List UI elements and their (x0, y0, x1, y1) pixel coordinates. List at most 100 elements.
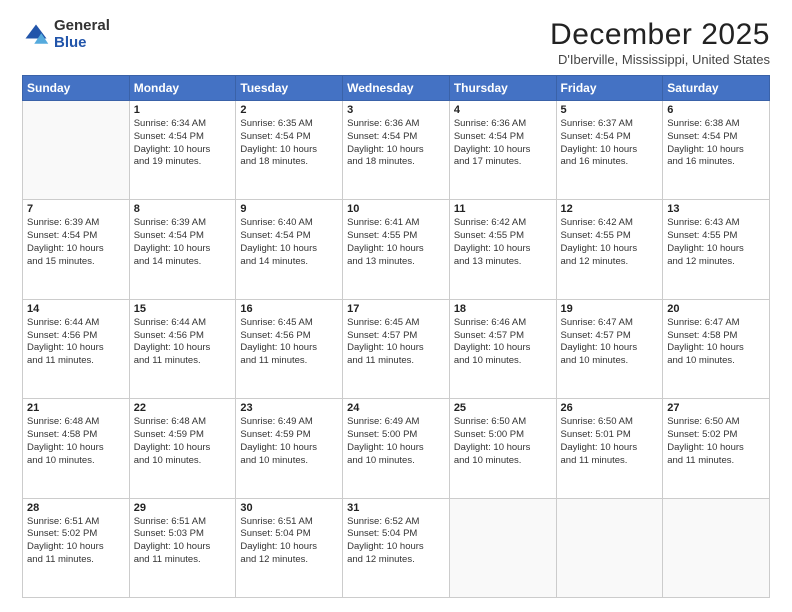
calendar-cell (663, 498, 770, 597)
day-info: Sunrise: 6:36 AM Sunset: 4:54 PM Dayligh… (347, 118, 445, 169)
day-info: Sunrise: 6:47 AM Sunset: 4:58 PM Dayligh… (667, 317, 765, 368)
calendar-week-row: 21 Sunrise: 6:48 AM Sunset: 4:58 PM Dayli… (23, 399, 770, 498)
calendar-table: SundayMondayTuesdayWednesdayThursdayFrid… (22, 75, 770, 598)
day-number: 12 (561, 203, 659, 215)
day-header-friday: Friday (556, 76, 663, 101)
header: General Blue December 2025 D'Iberville, … (22, 18, 770, 67)
day-header-wednesday: Wednesday (343, 76, 450, 101)
calendar-cell: 25 Sunrise: 6:50 AM Sunset: 5:00 PM Dayli… (449, 399, 556, 498)
calendar-cell: 21 Sunrise: 6:48 AM Sunset: 4:58 PM Dayli… (23, 399, 130, 498)
day-number: 25 (454, 402, 552, 414)
day-info: Sunrise: 6:50 AM Sunset: 5:01 PM Dayligh… (561, 416, 659, 467)
calendar-cell: 20 Sunrise: 6:47 AM Sunset: 4:58 PM Dayli… (663, 299, 770, 398)
day-info: Sunrise: 6:42 AM Sunset: 4:55 PM Dayligh… (454, 217, 552, 268)
day-number: 30 (240, 502, 338, 514)
day-info: Sunrise: 6:49 AM Sunset: 5:00 PM Dayligh… (347, 416, 445, 467)
day-info: Sunrise: 6:50 AM Sunset: 5:02 PM Dayligh… (667, 416, 765, 467)
day-number: 16 (240, 303, 338, 315)
day-number: 15 (134, 303, 232, 315)
calendar-cell: 11 Sunrise: 6:42 AM Sunset: 4:55 PM Dayli… (449, 200, 556, 299)
calendar-cell: 15 Sunrise: 6:44 AM Sunset: 4:56 PM Dayli… (129, 299, 236, 398)
day-info: Sunrise: 6:39 AM Sunset: 4:54 PM Dayligh… (134, 217, 232, 268)
calendar-cell: 4 Sunrise: 6:36 AM Sunset: 4:54 PM Daylig… (449, 101, 556, 200)
day-info: Sunrise: 6:47 AM Sunset: 4:57 PM Dayligh… (561, 317, 659, 368)
calendar-cell: 2 Sunrise: 6:35 AM Sunset: 4:54 PM Daylig… (236, 101, 343, 200)
calendar-cell: 27 Sunrise: 6:50 AM Sunset: 5:02 PM Dayli… (663, 399, 770, 498)
day-number: 11 (454, 203, 552, 215)
day-number: 7 (27, 203, 125, 215)
day-info: Sunrise: 6:45 AM Sunset: 4:57 PM Dayligh… (347, 317, 445, 368)
page: General Blue December 2025 D'Iberville, … (0, 0, 792, 612)
day-info: Sunrise: 6:52 AM Sunset: 5:04 PM Dayligh… (347, 516, 445, 567)
day-number: 22 (134, 402, 232, 414)
day-info: Sunrise: 6:35 AM Sunset: 4:54 PM Dayligh… (240, 118, 338, 169)
calendar-cell: 13 Sunrise: 6:43 AM Sunset: 4:55 PM Dayli… (663, 200, 770, 299)
day-header-saturday: Saturday (663, 76, 770, 101)
calendar-cell: 28Sunrise: 6:51 AM Sunset: 5:02 PM Dayli… (23, 498, 130, 597)
calendar-cell: 22Sunrise: 6:48 AM Sunset: 4:59 PM Dayli… (129, 399, 236, 498)
day-info: Sunrise: 6:44 AM Sunset: 4:56 PM Dayligh… (134, 317, 232, 368)
calendar-cell: 29Sunrise: 6:51 AM Sunset: 5:03 PM Dayli… (129, 498, 236, 597)
calendar-cell (556, 498, 663, 597)
day-number: 8 (134, 203, 232, 215)
day-number: 17 (347, 303, 445, 315)
day-info: Sunrise: 6:46 AM Sunset: 4:57 PM Dayligh… (454, 317, 552, 368)
calendar-cell: 23 Sunrise: 6:49 AM Sunset: 4:59 PM Dayli… (236, 399, 343, 498)
day-info: Sunrise: 6:36 AM Sunset: 4:54 PM Dayligh… (454, 118, 552, 169)
day-number: 20 (667, 303, 765, 315)
day-info: Sunrise: 6:34 AM Sunset: 4:54 PM Dayligh… (134, 118, 232, 169)
calendar-week-row: 28Sunrise: 6:51 AM Sunset: 5:02 PM Dayli… (23, 498, 770, 597)
day-info: Sunrise: 6:45 AM Sunset: 4:56 PM Dayligh… (240, 317, 338, 368)
day-info: Sunrise: 6:51 AM Sunset: 5:02 PM Dayligh… (27, 516, 125, 567)
day-number: 26 (561, 402, 659, 414)
day-info: Sunrise: 6:48 AM Sunset: 4:58 PM Dayligh… (27, 416, 125, 467)
calendar-cell: 3 Sunrise: 6:36 AM Sunset: 4:54 PM Daylig… (343, 101, 450, 200)
calendar-cell: 26 Sunrise: 6:50 AM Sunset: 5:01 PM Dayli… (556, 399, 663, 498)
calendar-cell: 18 Sunrise: 6:46 AM Sunset: 4:57 PM Dayli… (449, 299, 556, 398)
day-info: Sunrise: 6:37 AM Sunset: 4:54 PM Dayligh… (561, 118, 659, 169)
day-number: 4 (454, 104, 552, 116)
day-header-sunday: Sunday (23, 76, 130, 101)
calendar-cell: 30Sunrise: 6:51 AM Sunset: 5:04 PM Dayli… (236, 498, 343, 597)
day-number: 10 (347, 203, 445, 215)
day-info: Sunrise: 6:50 AM Sunset: 5:00 PM Dayligh… (454, 416, 552, 467)
calendar-cell: 5 Sunrise: 6:37 AM Sunset: 4:54 PM Daylig… (556, 101, 663, 200)
day-number: 1 (134, 104, 232, 116)
day-header-thursday: Thursday (449, 76, 556, 101)
day-number: 13 (667, 203, 765, 215)
calendar-cell: 7 Sunrise: 6:39 AM Sunset: 4:54 PM Daylig… (23, 200, 130, 299)
calendar-header-row: SundayMondayTuesdayWednesdayThursdayFrid… (23, 76, 770, 101)
day-number: 9 (240, 203, 338, 215)
day-number: 27 (667, 402, 765, 414)
calendar-cell: 14 Sunrise: 6:44 AM Sunset: 4:56 PM Dayli… (23, 299, 130, 398)
calendar-cell: 24Sunrise: 6:49 AM Sunset: 5:00 PM Dayli… (343, 399, 450, 498)
day-info: Sunrise: 6:49 AM Sunset: 4:59 PM Dayligh… (240, 416, 338, 467)
calendar-week-row: 14 Sunrise: 6:44 AM Sunset: 4:56 PM Dayli… (23, 299, 770, 398)
calendar-cell: 12 Sunrise: 6:42 AM Sunset: 4:55 PM Dayli… (556, 200, 663, 299)
day-info: Sunrise: 6:41 AM Sunset: 4:55 PM Dayligh… (347, 217, 445, 268)
calendar-cell: 31Sunrise: 6:52 AM Sunset: 5:04 PM Dayli… (343, 498, 450, 597)
calendar-cell: 19 Sunrise: 6:47 AM Sunset: 4:57 PM Dayli… (556, 299, 663, 398)
day-info: Sunrise: 6:44 AM Sunset: 4:56 PM Dayligh… (27, 317, 125, 368)
day-info: Sunrise: 6:43 AM Sunset: 4:55 PM Dayligh… (667, 217, 765, 268)
day-number: 5 (561, 104, 659, 116)
day-number: 18 (454, 303, 552, 315)
day-number: 23 (240, 402, 338, 414)
day-info: Sunrise: 6:39 AM Sunset: 4:54 PM Dayligh… (27, 217, 125, 268)
main-title: December 2025 (550, 18, 770, 52)
day-number: 6 (667, 104, 765, 116)
calendar-cell: 6Sunrise: 6:38 AM Sunset: 4:54 PM Daylig… (663, 101, 770, 200)
calendar-cell: 10 Sunrise: 6:41 AM Sunset: 4:55 PM Dayli… (343, 200, 450, 299)
calendar-week-row: 7 Sunrise: 6:39 AM Sunset: 4:54 PM Daylig… (23, 200, 770, 299)
calendar-cell: 17 Sunrise: 6:45 AM Sunset: 4:57 PM Dayli… (343, 299, 450, 398)
logo-blue: Blue (54, 35, 110, 52)
day-number: 3 (347, 104, 445, 116)
day-number: 14 (27, 303, 125, 315)
day-header-tuesday: Tuesday (236, 76, 343, 101)
calendar-week-row: 1 Sunrise: 6:34 AM Sunset: 4:54 PM Daylig… (23, 101, 770, 200)
day-number: 21 (27, 402, 125, 414)
day-number: 2 (240, 104, 338, 116)
day-header-monday: Monday (129, 76, 236, 101)
day-number: 19 (561, 303, 659, 315)
day-info: Sunrise: 6:42 AM Sunset: 4:55 PM Dayligh… (561, 217, 659, 268)
